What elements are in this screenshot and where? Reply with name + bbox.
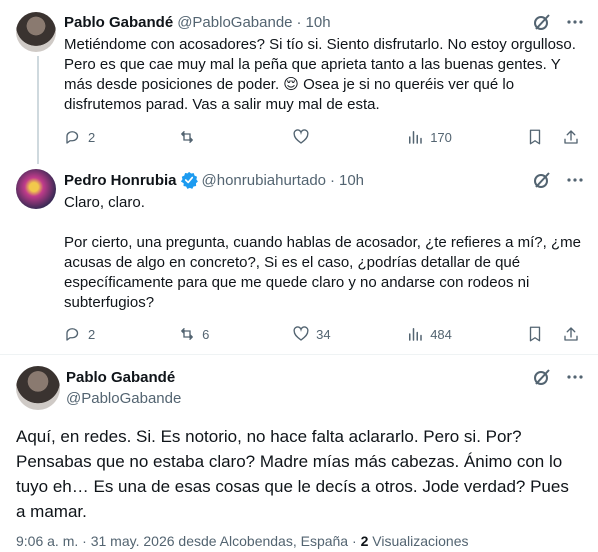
tweet-top-actions [532, 12, 584, 32]
views-count: 484 [430, 326, 452, 342]
grok-icon[interactable] [532, 367, 552, 387]
avatar[interactable] [16, 169, 56, 209]
views-button[interactable]: 170 [406, 128, 452, 146]
author-handle[interactable]: @PabloGabande [66, 390, 181, 407]
more-icon[interactable] [566, 13, 584, 31]
bookmark-icon[interactable] [526, 128, 544, 146]
tweet-actions: 2 6 34 484 [64, 324, 586, 344]
more-icon[interactable] [566, 171, 584, 189]
like-icon [293, 129, 309, 144]
like-count: 34 [316, 326, 331, 342]
tweet-pablo-1[interactable]: Pablo Gabandé @PabloGabande · 10h Metién… [0, 0, 598, 164]
author-handle-row: @PabloGabande [62, 388, 181, 408]
reply-button[interactable]: 2 [64, 325, 104, 343]
author-name[interactable]: Pablo Gabandé [66, 369, 175, 386]
more-icon[interactable] [566, 368, 584, 386]
avatar[interactable] [16, 366, 60, 410]
tweet-meta: 9:06 a. m. · 31 may. 2026 desde Alcobend… [16, 533, 469, 549]
views-icon [409, 328, 422, 341]
tweet-text: Claro, claro. Por cierto, una pregunta, … [64, 194, 581, 311]
separator-dot: · [330, 171, 335, 189]
reply-icon [66, 131, 79, 144]
tweet-pedro[interactable]: Pedro Honrubia @honrubiahurtado · 10h Cl… [0, 164, 598, 354]
tweet-top-actions [532, 170, 584, 190]
grok-icon[interactable] [532, 12, 552, 32]
like-button[interactable]: 34 [292, 325, 332, 343]
tweet-location: desde Alcobendas, España [178, 533, 349, 549]
retweet-count: 6 [202, 326, 210, 342]
retweet-icon [181, 131, 193, 143]
extra-actions [526, 128, 586, 146]
author-name-row: Pablo Gabandé [66, 367, 175, 387]
tweet-time[interactable]: 10h [339, 172, 364, 189]
verified-badge-icon [180, 171, 198, 189]
views-button[interactable]: 484 [406, 325, 452, 343]
share-icon[interactable] [562, 128, 580, 146]
views-total: 2 [360, 533, 369, 549]
author-handle[interactable]: @PabloGabande [177, 14, 292, 31]
like-icon [293, 326, 309, 341]
separator-dot: · [296, 13, 302, 31]
tweet-timestamp[interactable]: 9:06 a. m. [16, 533, 78, 549]
tweet-actions: 2 170 [64, 127, 586, 147]
tweet-header: Pedro Honrubia @honrubiahurtado · 10h [64, 170, 364, 190]
retweet-button[interactable] [178, 128, 218, 146]
reply-count: 2 [88, 326, 96, 342]
main-tweet-text: Aquí, en redes. Si. Es notorio, no hace … [16, 427, 569, 521]
extra-actions [526, 325, 586, 343]
tweet-date[interactable]: 31 may. 2026 [91, 533, 175, 549]
views-icon [409, 131, 422, 144]
views-count: 170 [430, 129, 452, 145]
author-handle[interactable]: @honrubiahurtado [202, 172, 326, 189]
reply-icon [66, 328, 79, 341]
share-icon[interactable] [562, 325, 580, 343]
thread-line [37, 56, 39, 164]
like-button[interactable] [292, 128, 332, 146]
avatar[interactable] [16, 12, 56, 52]
author-name[interactable]: Pedro Honrubia [64, 172, 177, 189]
bookmark-icon[interactable] [526, 325, 544, 343]
reply-count: 2 [88, 129, 96, 145]
tweet-header: Pablo Gabandé @PabloGabande · 10h [64, 12, 331, 32]
tweet-top-actions [532, 367, 584, 387]
author-name[interactable]: Pablo Gabandé [64, 14, 173, 31]
retweet-icon [181, 328, 193, 340]
tweet-time[interactable]: 10h [306, 14, 331, 31]
retweet-button[interactable]: 6 [178, 325, 218, 343]
grok-icon[interactable] [532, 170, 552, 190]
reply-button[interactable]: 2 [64, 128, 104, 146]
views-label: Visualizaciones [372, 533, 469, 549]
tweet-text: Metiéndome con acosadores? Si tío si. Si… [64, 36, 581, 113]
